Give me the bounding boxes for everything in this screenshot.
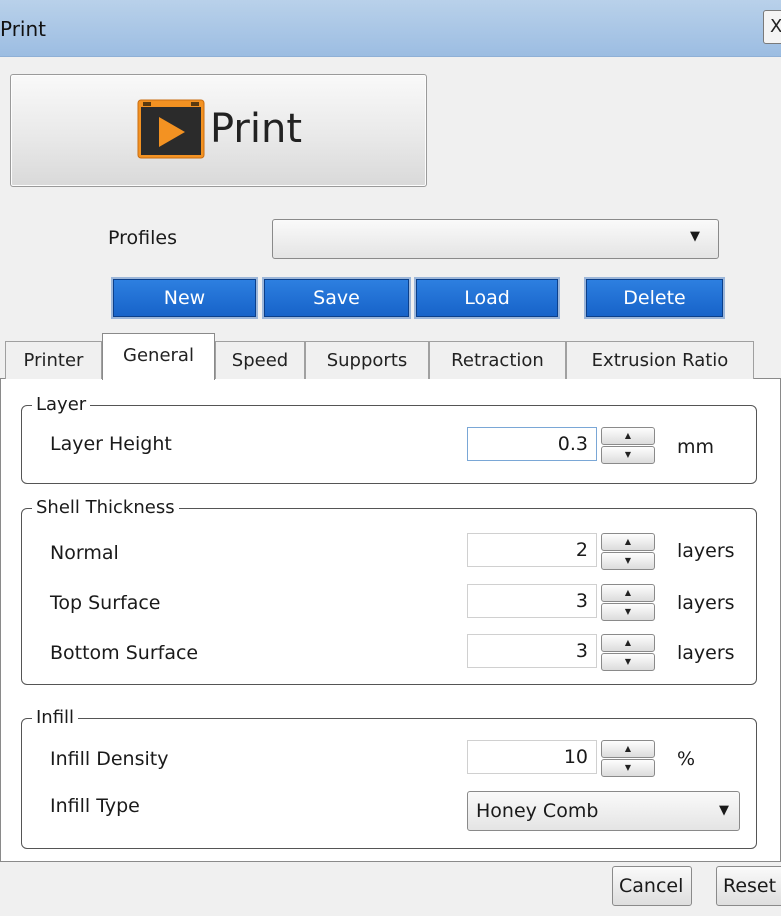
layer-height-unit: mm	[677, 436, 715, 458]
profiles-dropdown[interactable]	[272, 219, 719, 259]
layer-height-stepper[interactable]: ▲ ▼	[601, 427, 655, 464]
decrement-arrow-icon[interactable]: ▼	[601, 759, 655, 777]
normal-stepper[interactable]: ▲ ▼	[601, 533, 655, 570]
bottom-surface-input[interactable]: 3	[467, 634, 597, 668]
decrement-arrow-icon[interactable]: ▼	[601, 446, 655, 464]
increment-arrow-icon[interactable]: ▲	[601, 533, 655, 551]
dropdown-arrow-icon: ▼	[719, 803, 729, 818]
decrement-arrow-icon[interactable]: ▼	[601, 603, 655, 621]
infill-type-label: Infill Type	[50, 795, 140, 817]
normal-label: Normal	[50, 542, 119, 564]
normal-input[interactable]: 2	[467, 533, 597, 567]
print-play-icon	[137, 99, 205, 159]
top-surface-stepper[interactable]: ▲ ▼	[601, 584, 655, 621]
shell-thickness-group-title: Shell Thickness	[32, 497, 179, 518]
tab-general[interactable]: General	[102, 333, 215, 380]
infill-density-stepper[interactable]: ▲ ▼	[601, 740, 655, 777]
cancel-button[interactable]: Cancel	[612, 866, 692, 906]
infill-type-dropdown[interactable]: Honey Comb	[467, 791, 740, 831]
profiles-label: Profiles	[108, 227, 177, 249]
top-surface-unit: layers	[677, 592, 735, 614]
dropdown-arrow-icon: ▼	[690, 229, 700, 244]
layer-height-label: Layer Height	[50, 433, 172, 455]
increment-arrow-icon[interactable]: ▲	[601, 427, 655, 445]
increment-arrow-icon[interactable]: ▲	[601, 634, 655, 652]
infill-density-unit: %	[677, 748, 696, 770]
normal-unit: layers	[677, 540, 735, 562]
increment-arrow-icon[interactable]: ▲	[601, 584, 655, 602]
tab-speed[interactable]: Speed	[215, 341, 305, 379]
bottom-surface-label: Bottom Surface	[50, 642, 199, 664]
tab-printer[interactable]: Printer	[5, 341, 102, 379]
close-button[interactable]: X	[763, 10, 781, 44]
load-profile-button[interactable]: Load	[416, 279, 558, 317]
bottom-surface-stepper[interactable]: ▲ ▼	[601, 634, 655, 671]
save-profile-button[interactable]: Save	[264, 279, 409, 317]
tab-retraction[interactable]: Retraction	[429, 341, 566, 379]
window-title: Print	[0, 17, 47, 41]
decrement-arrow-icon[interactable]: ▼	[601, 552, 655, 570]
tab-extrusion-ratio[interactable]: Extrusion Ratio	[566, 341, 754, 379]
new-profile-button[interactable]: New	[113, 279, 256, 317]
decrement-arrow-icon[interactable]: ▼	[601, 653, 655, 671]
delete-profile-button[interactable]: Delete	[586, 279, 723, 317]
infill-density-input[interactable]: 10	[467, 740, 597, 774]
infill-density-label: Infill Density	[50, 748, 169, 770]
increment-arrow-icon[interactable]: ▲	[601, 740, 655, 758]
layer-height-input[interactable]: 0.3	[467, 427, 597, 461]
top-surface-label: Top Surface	[50, 592, 161, 614]
infill-group-title: Infill	[32, 707, 79, 728]
bottom-surface-unit: layers	[677, 642, 735, 664]
reset-button[interactable]: Reset	[716, 866, 781, 906]
print-button-label: Print	[210, 106, 303, 152]
top-surface-input[interactable]: 3	[467, 584, 597, 618]
title-bar	[0, 0, 781, 57]
tab-supports[interactable]: Supports	[305, 341, 429, 379]
layer-group-title: Layer	[32, 394, 91, 415]
